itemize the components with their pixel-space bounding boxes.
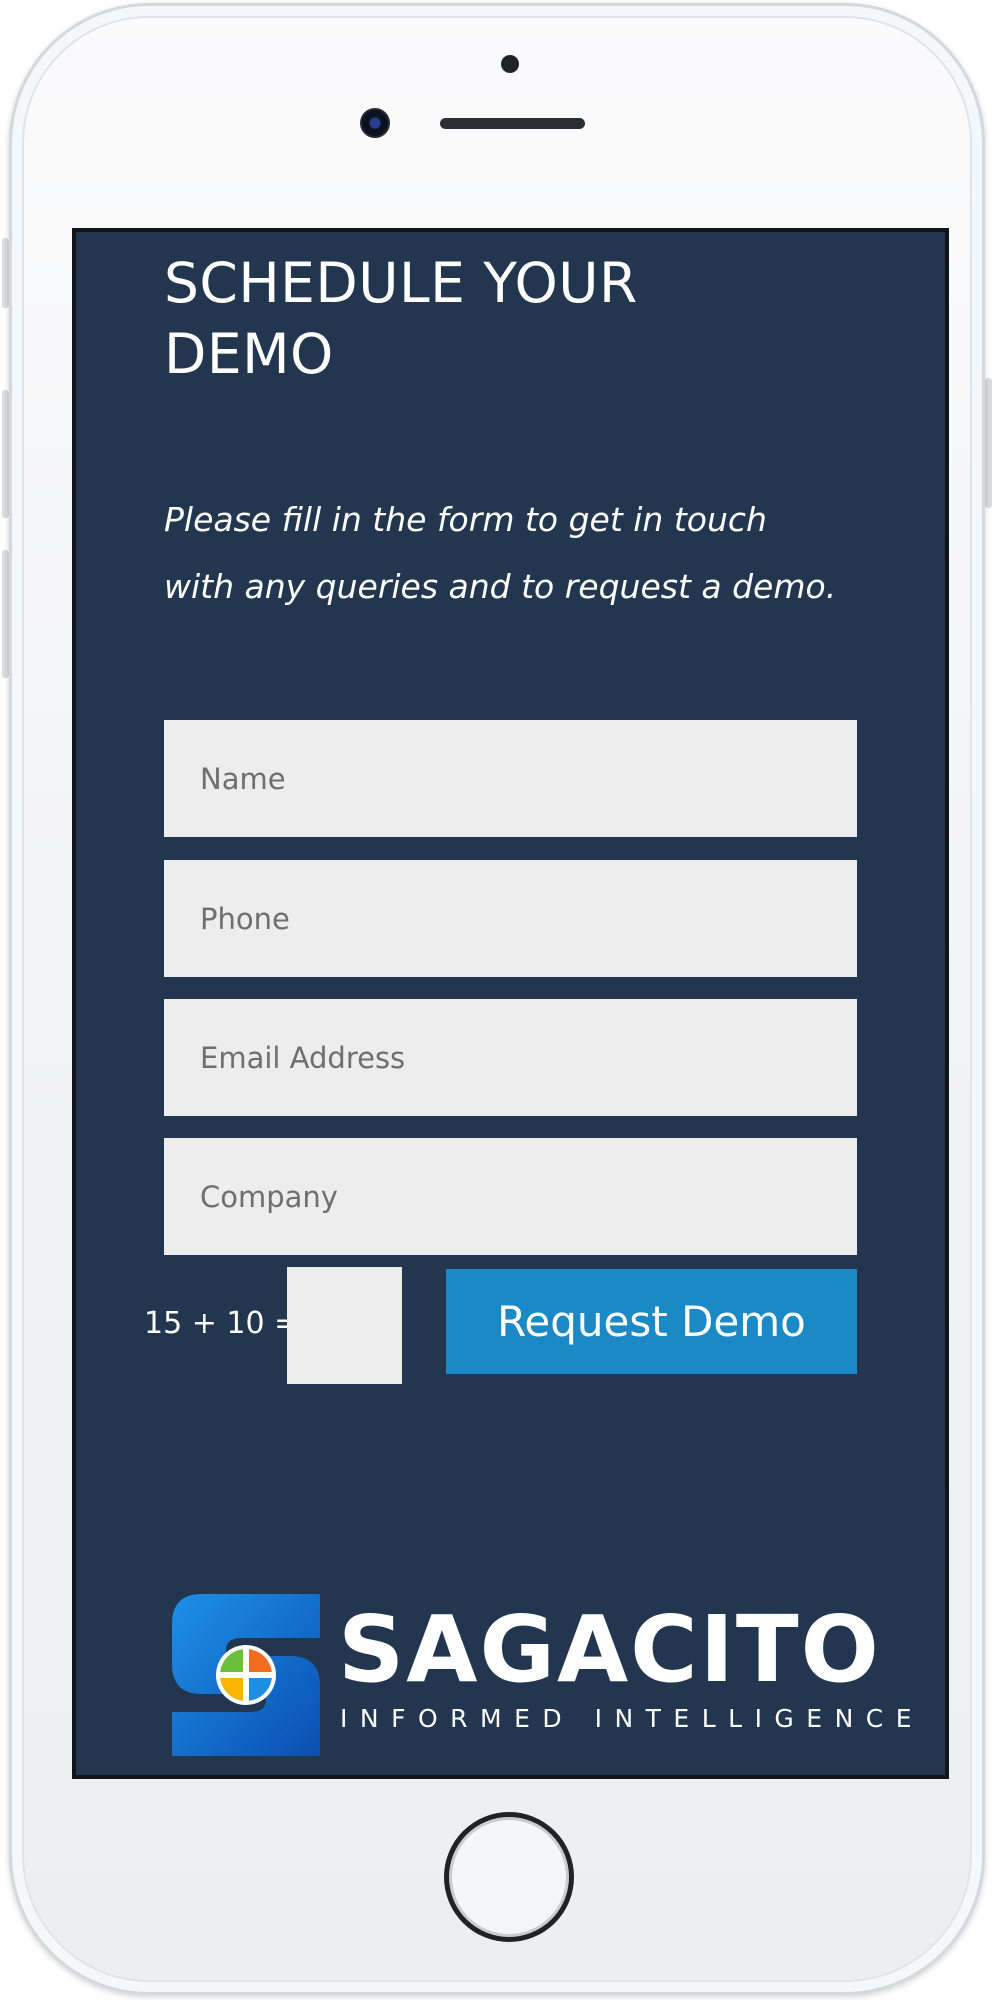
mute-switch bbox=[2, 238, 9, 308]
intro-text: Please fill in the form to get in touch … bbox=[164, 500, 837, 606]
home-button-icon bbox=[444, 1812, 574, 1942]
power-button bbox=[985, 378, 992, 508]
front-camera-icon bbox=[360, 108, 390, 138]
brand-name: SAGACITO bbox=[338, 1596, 881, 1703]
sagacito-logo: SAGACITO INFORMED INTELLIGENCE bbox=[172, 1594, 912, 1759]
brand-tagline: INFORMED INTELLIGENCE bbox=[340, 1704, 925, 1733]
email-field[interactable] bbox=[164, 999, 857, 1116]
volume-up-button bbox=[2, 390, 9, 518]
proximity-sensor bbox=[501, 55, 519, 73]
phone-screen: SCHEDULE YOUR DEMO Please fill in the fo… bbox=[72, 228, 949, 1779]
volume-down-button bbox=[2, 550, 9, 678]
phone-field[interactable] bbox=[164, 860, 857, 977]
sagacito-s-mark-icon bbox=[172, 1594, 320, 1756]
captcha-input[interactable] bbox=[287, 1267, 402, 1384]
phone-frame: SCHEDULE YOUR DEMO Please fill in the fo… bbox=[9, 3, 985, 1995]
mockup-stage: SCHEDULE YOUR DEMO Please fill in the fo… bbox=[0, 0, 994, 2000]
request-demo-button[interactable]: Request Demo bbox=[446, 1269, 857, 1374]
captcha-question: 15 + 10 = bbox=[144, 1306, 300, 1341]
page-title: SCHEDULE YOUR DEMO bbox=[164, 251, 638, 386]
company-field[interactable] bbox=[164, 1138, 857, 1255]
name-field[interactable] bbox=[164, 720, 857, 837]
earpiece-speaker bbox=[440, 118, 585, 129]
